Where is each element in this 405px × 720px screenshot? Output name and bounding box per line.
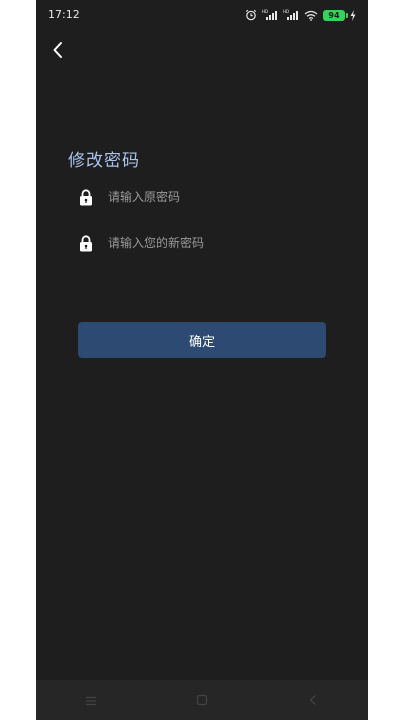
new-password-row [78,229,328,257]
back-button[interactable] [46,38,70,66]
status-time: 17:12 [48,8,80,21]
confirm-button[interactable]: 确定 [78,322,326,358]
menu-button[interactable] [71,680,111,720]
wifi-icon [304,10,318,21]
system-back-button[interactable] [293,680,333,720]
svg-text:HD: HD [262,9,268,14]
chevron-left-icon [52,41,64,63]
menu-icon [85,691,97,710]
signal-hd-icon: HD [283,9,299,21]
status-icons: HD HD 94 [245,7,356,23]
old-password-input[interactable] [108,190,328,204]
lock-icon [78,234,94,252]
battery-icon: 94 [323,9,348,21]
signal-hd-icon: HD [262,9,278,21]
navigation-bar [36,680,368,720]
home-square-icon [196,691,208,710]
app-screen: 17:12 HD HD 94 修改密码 确定 [36,0,368,720]
alarm-icon [245,9,257,21]
battery-level: 94 [328,10,340,20]
svg-text:HD: HD [283,9,289,14]
charging-icon [350,9,356,21]
page-title: 修改密码 [68,151,140,171]
old-password-row [78,183,328,211]
back-triangle-icon [308,691,318,710]
status-bar: 17:12 HD HD 94 [36,0,368,30]
home-button[interactable] [182,680,222,720]
lock-icon [78,188,94,206]
new-password-input[interactable] [108,236,328,250]
